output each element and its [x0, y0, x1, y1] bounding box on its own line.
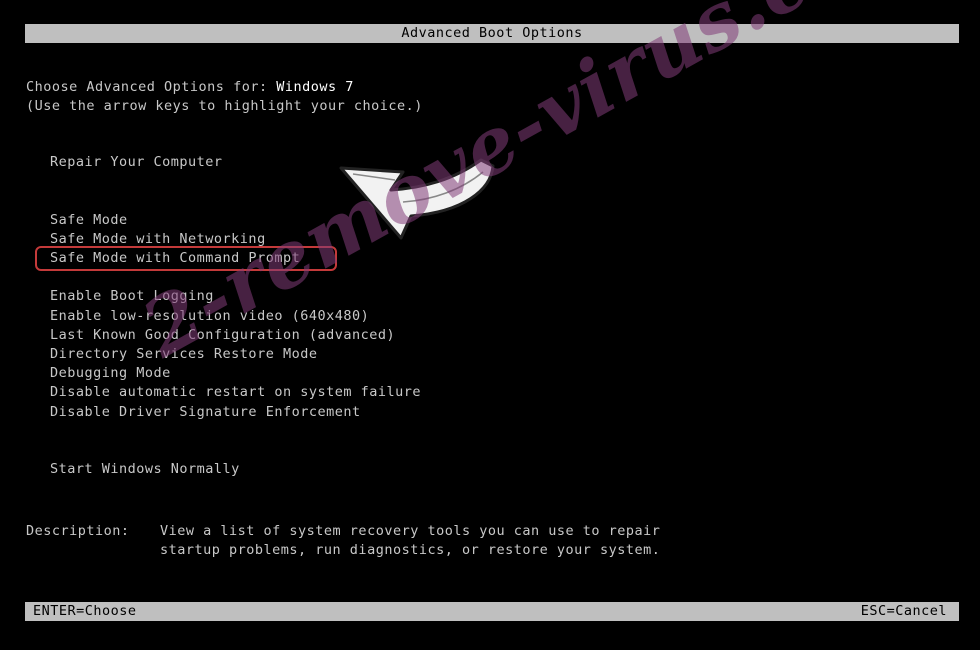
menu-item-boot-logging[interactable]: Enable Boot Logging	[50, 287, 214, 306]
menu-item-start-normally[interactable]: Start Windows Normally	[50, 460, 240, 479]
menu-item-safe-mode[interactable]: Safe Mode	[50, 211, 128, 230]
pointer-arrow-icon	[339, 158, 495, 240]
enter-choose-hint: ENTER=Choose	[33, 603, 137, 619]
choose-prefix: Choose Advanced Options for:	[26, 79, 277, 95]
menu-item-repair[interactable]: Repair Your Computer	[50, 153, 223, 172]
status-bar: ENTER=Choose ESC=Cancel	[25, 602, 959, 621]
menu-item-disable-auto-restart[interactable]: Disable automatic restart on system fail…	[50, 383, 421, 402]
choose-line: Choose Advanced Options for: Windows 7	[26, 78, 354, 97]
menu-item-directory-services[interactable]: Directory Services Restore Mode	[50, 345, 317, 364]
menu-item-debugging[interactable]: Debugging Mode	[50, 364, 171, 383]
menu-item-disable-driver-signature[interactable]: Disable Driver Signature Enforcement	[50, 403, 361, 422]
selection-highlight	[35, 246, 337, 271]
menu-item-last-known-good[interactable]: Last Known Good Configuration (advanced)	[50, 326, 395, 345]
instructions-text: (Use the arrow keys to highlight your ch…	[26, 98, 423, 114]
description-line-2: startup problems, run diagnostics, or re…	[160, 542, 661, 558]
description-line-1: View a list of system recovery tools you…	[160, 523, 661, 539]
menu-item-low-res-video[interactable]: Enable low-resolution video (640x480)	[50, 307, 369, 326]
esc-cancel-hint: ESC=Cancel	[860, 603, 947, 619]
description-label: Description:	[26, 523, 130, 539]
title-bar: Advanced Boot Options	[25, 24, 959, 43]
os-name: Windows 7	[276, 79, 354, 95]
